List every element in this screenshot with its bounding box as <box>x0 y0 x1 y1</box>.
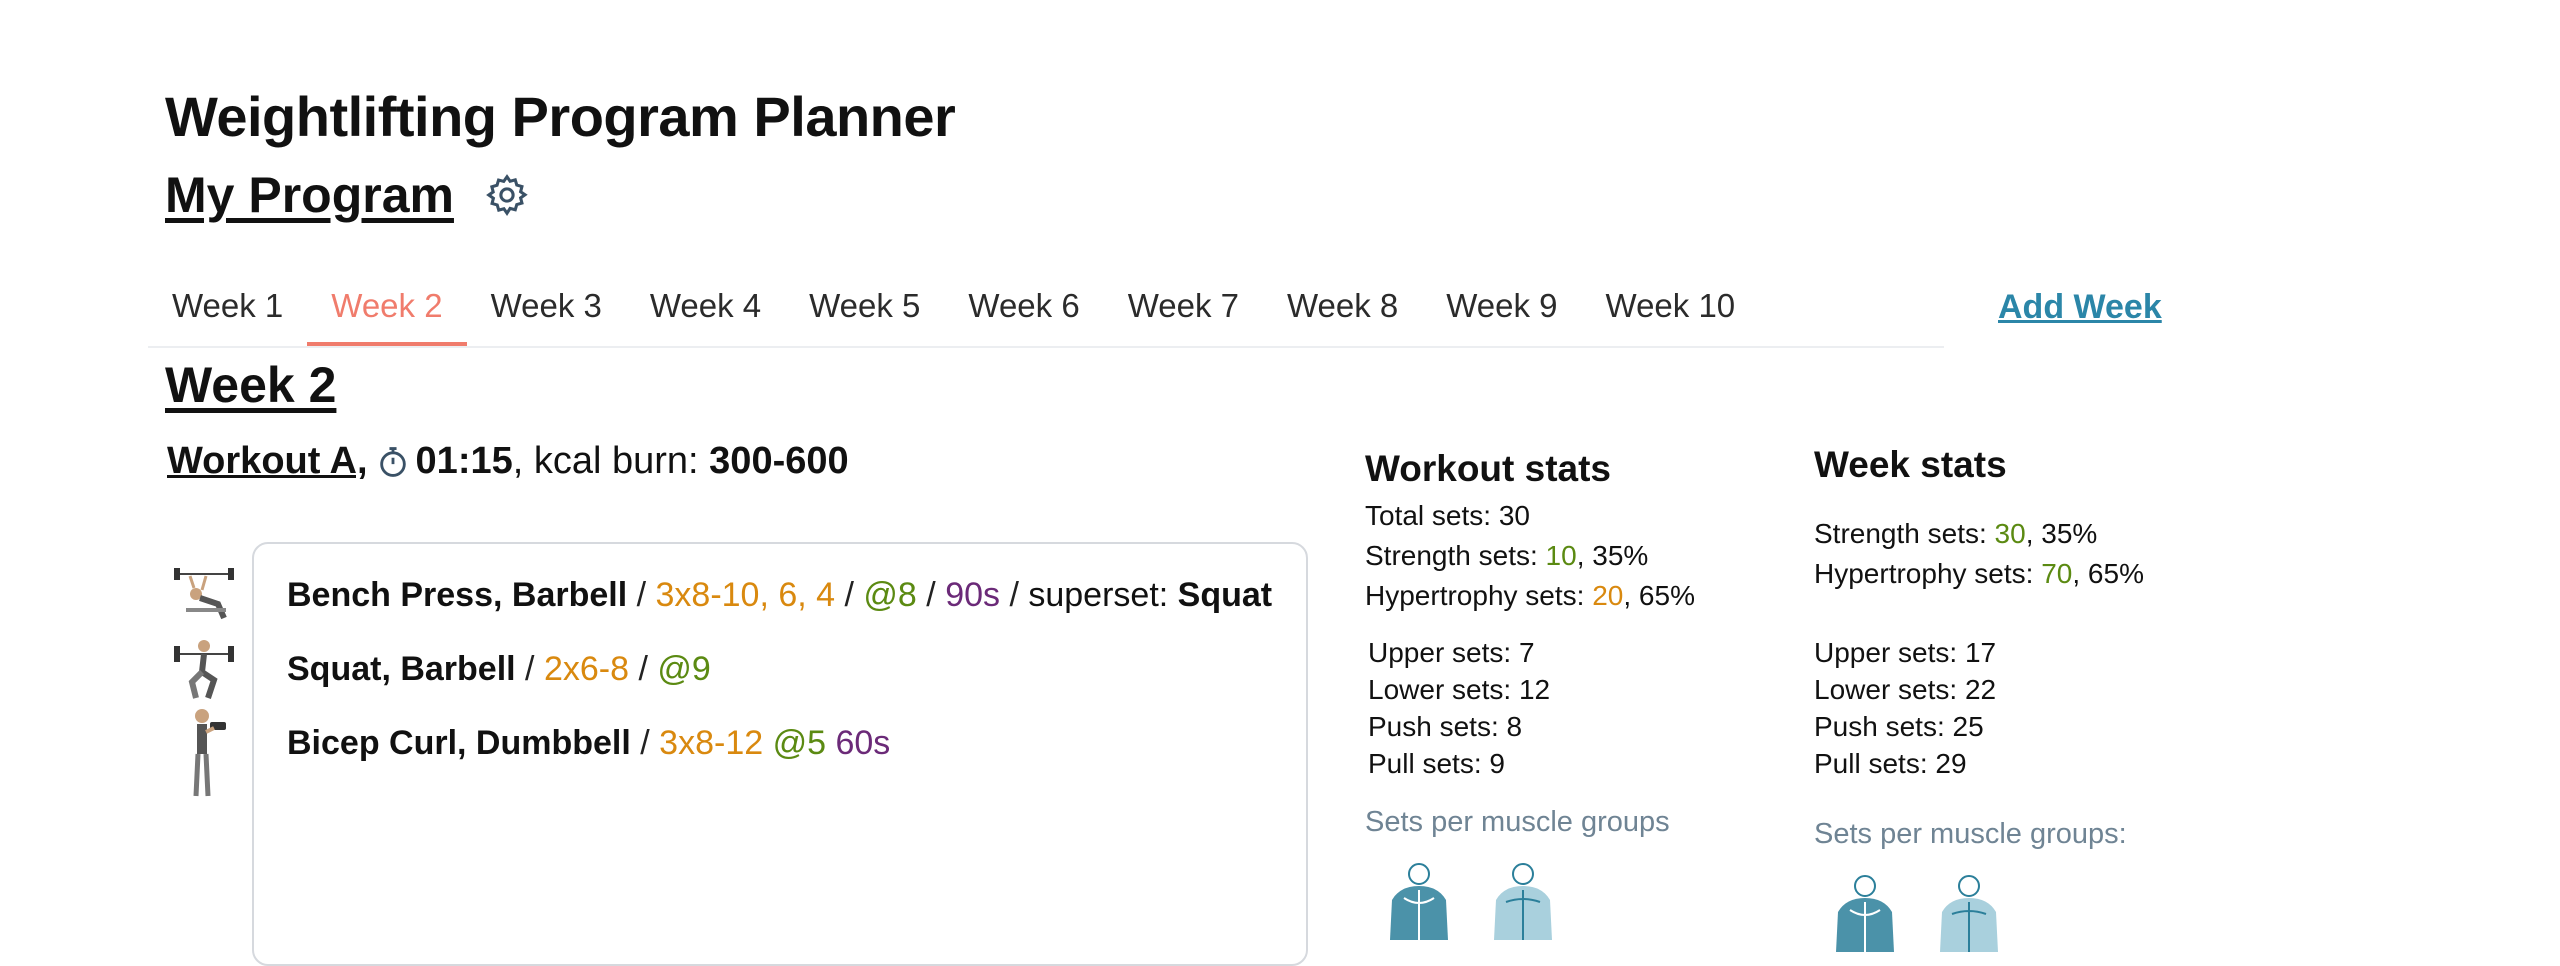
workout-stats-split: Upper sets: 7 Lower sets: 12 Push sets: … <box>1368 634 1550 782</box>
exercise-name[interactable]: Bench Press, Barbell <box>287 576 627 614</box>
squat-icon <box>174 640 234 699</box>
tab-week-6[interactable]: Week 6 <box>944 278 1103 344</box>
strength-sets: Strength sets: 30, 35% <box>1814 514 2144 554</box>
total-sets: Total sets: 30 <box>1365 500 1530 531</box>
add-week-link[interactable]: Add Week <box>1998 288 2162 327</box>
lower-sets: Lower sets: 22 <box>1814 674 1997 705</box>
exercise-rest: 90s <box>945 576 1001 614</box>
separator: / <box>1000 576 1029 614</box>
tab-week-1[interactable]: Week 1 <box>148 278 307 344</box>
workout-duration: 01:15 <box>415 440 513 482</box>
stopwatch-icon <box>379 446 406 477</box>
exercise-rpe: @8 <box>863 576 917 614</box>
upper-sets: Upper sets: 17 <box>1814 637 1997 668</box>
exercise-rpe: @9 <box>657 650 711 688</box>
workout-header: Workout A, 01:15 , kcal burn: 300-600 <box>167 440 849 483</box>
separator: / <box>630 724 660 762</box>
exercise-rest: 60s <box>835 724 891 762</box>
workout-stats-title: Workout stats <box>1365 448 1612 489</box>
muscle-groups-label: Sets per muscle groups: <box>1814 818 2127 850</box>
separator: / <box>629 650 658 688</box>
strength-label: Strength sets: <box>1365 540 1546 571</box>
exercise-row[interactable]: Squat, Barbell / 2x6-8 / @9 <box>287 650 711 689</box>
gear-icon[interactable] <box>484 172 530 218</box>
superset-label: superset: <box>1028 576 1178 614</box>
workout-name[interactable]: Workout A, <box>167 440 368 483</box>
tab-week-2[interactable]: Week 2 <box>307 278 467 346</box>
app-title: Weightlifting Program Planner <box>165 85 956 148</box>
week-tabs: Week 1 Week 2 Week 3 Week 4 Week 5 Week … <box>148 278 1944 348</box>
tab-week-4[interactable]: Week 4 <box>626 278 785 344</box>
push-sets: Push sets: 8 <box>1368 711 1523 742</box>
strength-sets: Strength sets: 10, 35% <box>1365 536 1695 576</box>
exercise-sets: 2x6-8 <box>543 650 630 688</box>
separator: / <box>835 576 864 614</box>
exercise-row[interactable]: Bicep Curl, Dumbbell / 3x8-12 @5 60s <box>287 724 890 763</box>
hypertrophy-sets: Hypertrophy sets: 70, 65% <box>1814 554 2144 594</box>
exercise-sets: 3x8-10, 6, 4 <box>655 576 836 614</box>
exercise-rpe: @5 <box>772 724 827 762</box>
hypertrophy-value: 20 <box>1592 580 1624 611</box>
lower-sets: Lower sets: 12 <box>1368 674 1551 705</box>
workout-stats-sets: Total sets: 30 Strength sets: 10, 35% Hy… <box>1365 496 1695 616</box>
tab-week-5[interactable]: Week 5 <box>785 278 944 344</box>
tab-week-8[interactable]: Week 8 <box>1263 278 1422 344</box>
muscle-front-icon <box>1836 875 1894 952</box>
muscle-front-icon <box>1390 863 1448 940</box>
strength-value: 10 <box>1545 540 1577 571</box>
pull-sets: Pull sets: 9 <box>1368 748 1505 779</box>
bicep-curl-icon <box>193 709 226 797</box>
strength-pct: , 35% <box>2025 518 2098 549</box>
upper-sets: Upper sets: 7 <box>1368 637 1535 668</box>
separator: / <box>916 576 946 614</box>
hypertrophy-value: 70 <box>2041 558 2073 589</box>
pull-sets: Pull sets: 29 <box>1814 748 1967 779</box>
exercise-row[interactable]: Bench Press, Barbell / 3x8-10, 6, 4 / @8… <box>287 576 1272 615</box>
hypertrophy-label: Hypertrophy sets: <box>1814 558 2042 589</box>
hypertrophy-pct: , 65% <box>1623 580 1695 611</box>
push-sets: Push sets: 25 <box>1814 711 1984 742</box>
week-stats-title: Week stats <box>1814 444 2007 485</box>
week-title: Week 2 <box>165 357 337 413</box>
bench-press-icon <box>174 568 234 620</box>
hypertrophy-sets: Hypertrophy sets: 20, 65% <box>1365 576 1695 616</box>
tab-week-3[interactable]: Week 3 <box>467 278 626 344</box>
week-stats-split: Upper sets: 17 Lower sets: 22 Push sets:… <box>1814 634 1996 782</box>
week-stats-sets: Strength sets: 30, 35% Hypertrophy sets:… <box>1814 514 2144 594</box>
hypertrophy-pct: , 65% <box>2072 558 2144 589</box>
hypertrophy-label: Hypertrophy sets: <box>1365 580 1593 611</box>
superset-exercise[interactable]: Squat <box>1178 576 1272 614</box>
separator: / <box>627 576 656 614</box>
strength-label: Strength sets: <box>1814 518 1995 549</box>
muscle-back-icon <box>1940 875 1998 952</box>
tab-week-10[interactable]: Week 10 <box>1582 278 1760 344</box>
strength-value: 30 <box>1994 518 2026 549</box>
kcal-value: 300-600 <box>709 440 849 482</box>
exercise-name[interactable]: Squat, Barbell <box>287 650 516 688</box>
kcal-label: , kcal burn: <box>512 440 710 482</box>
program-header: My Program <box>165 166 530 224</box>
strength-pct: , 35% <box>1576 540 1649 571</box>
separator: / <box>515 650 544 688</box>
exercise-sets: 3x8-12 <box>659 724 764 762</box>
muscle-back-icon <box>1494 863 1552 940</box>
exercise-name[interactable]: Bicep Curl, Dumbbell <box>287 724 631 762</box>
tab-week-7[interactable]: Week 7 <box>1104 278 1263 344</box>
muscle-groups-label: Sets per muscle groups <box>1365 806 1670 838</box>
tab-week-9[interactable]: Week 9 <box>1422 278 1581 344</box>
program-title[interactable]: My Program <box>165 166 454 224</box>
